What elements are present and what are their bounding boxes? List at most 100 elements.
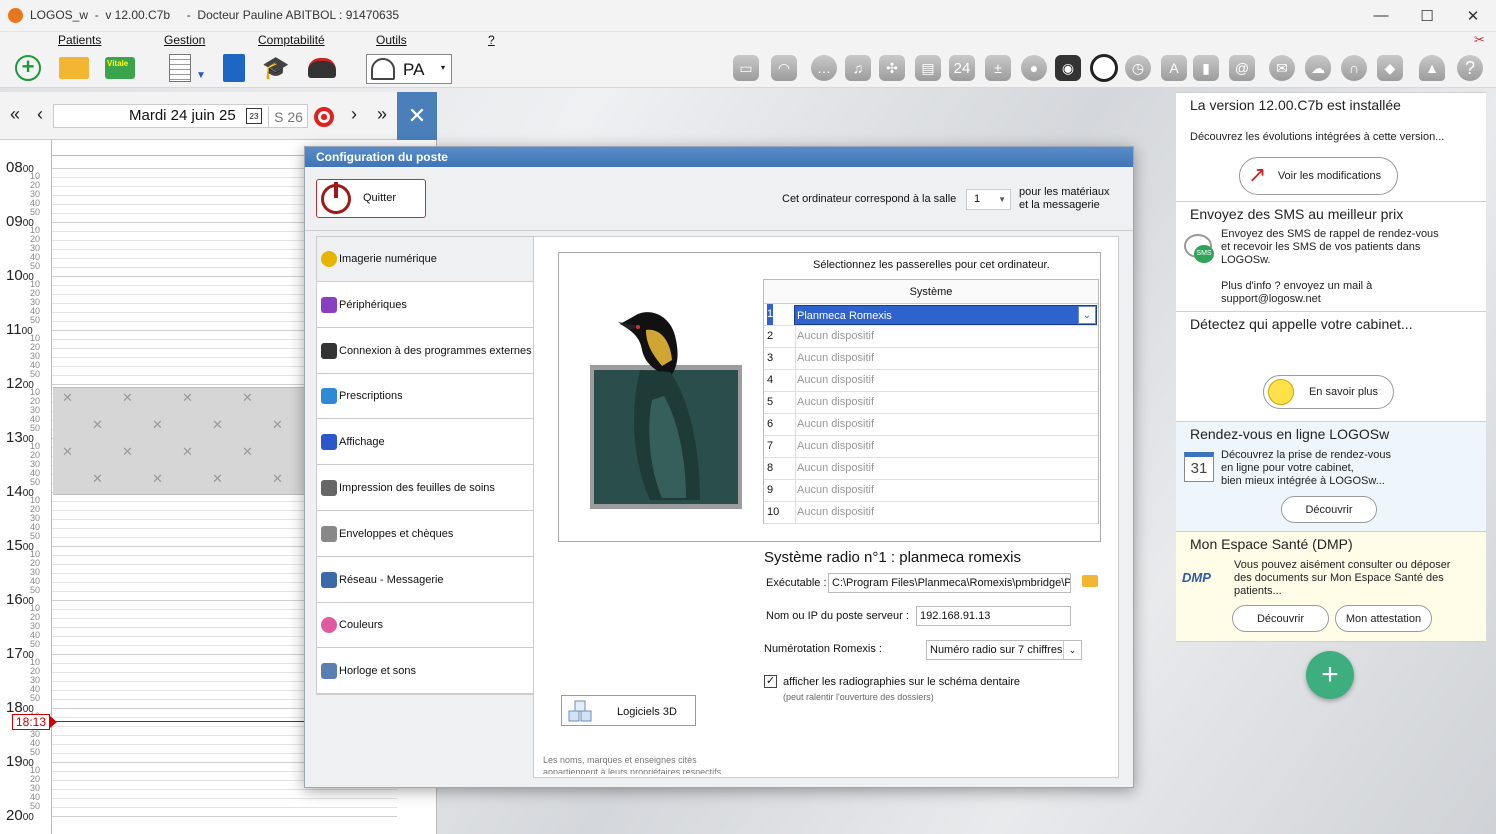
app-logo-icon	[8, 8, 23, 23]
xray-button[interactable]: ◉	[1052, 52, 1084, 84]
tag-button[interactable]: ◆	[1374, 52, 1406, 84]
table-row[interactable]: 4 Aucun dispositif	[764, 370, 1098, 392]
user-selector[interactable]: PA ▾	[366, 54, 452, 84]
view-changes-button[interactable]: ↗ Voir les modifications	[1239, 157, 1398, 195]
nav-item-10[interactable]: Horloge et sons	[317, 649, 533, 695]
table-row[interactable]: 7 Aucun dispositif	[764, 436, 1098, 458]
text-button[interactable]: A	[1158, 52, 1190, 84]
menu-help[interactable]: ?	[488, 33, 495, 47]
software-3d-label: Logiciels 3D	[617, 706, 677, 718]
clock-button[interactable]	[1088, 52, 1120, 84]
table-row[interactable]: 5 Aucun dispositif	[764, 392, 1098, 414]
phone-button[interactable]	[306, 52, 338, 84]
nav-item-1[interactable]: Imagerie numérique	[317, 237, 533, 282]
row-number: 4	[767, 374, 774, 386]
sms-title: Envoyez des SMS au meilleur prix	[1190, 206, 1404, 222]
gateway-select-1[interactable]: Planmeca Romexis	[794, 305, 1097, 325]
headset-button[interactable]: ∩	[1338, 52, 1370, 84]
scanner-button[interactable]: ▭	[730, 52, 762, 84]
nav-item-5[interactable]: Affichage	[317, 420, 533, 466]
help-button[interactable]: ?	[1454, 52, 1486, 84]
maximize-button[interactable]: ☐	[1404, 0, 1450, 31]
nav-item-2[interactable]: Périphériques	[317, 282, 533, 328]
discover-sante-button[interactable]: Découvrir	[1232, 605, 1329, 632]
notebook-button[interactable]: ▮	[1190, 52, 1222, 84]
menu-patients[interactable]: Patients	[58, 33, 101, 47]
version-card: La version 12.00.C7b est installée Décou…	[1176, 92, 1486, 202]
close-agenda-icon[interactable]: ✕	[397, 92, 437, 140]
table-row[interactable]: 6 Aucun dispositif	[764, 414, 1098, 436]
nav-item-8[interactable]: Réseau - Messagerie	[317, 557, 533, 603]
nav-item-7[interactable]: Enveloppes et chèques	[317, 511, 533, 557]
week-number: S 26	[268, 106, 308, 128]
today-target-icon[interactable]	[314, 107, 334, 127]
tools-icon[interactable]: ✂	[1474, 32, 1485, 48]
calculator-button[interactable]: ±	[982, 52, 1014, 84]
close-window-button[interactable]: ✕	[1450, 0, 1496, 31]
print-button[interactable]: ▤	[912, 52, 944, 84]
prev-day-icon[interactable]: ‹	[29, 104, 51, 125]
menu-gestion[interactable]: Gestion	[164, 33, 205, 47]
fork-knife-icon: ✕	[152, 471, 163, 486]
email-button[interactable]: @	[1226, 52, 1258, 84]
trademark-note: Les noms, marques et enseignes cités app…	[543, 755, 722, 774]
vitale-card-button[interactable]: Vitale	[104, 52, 136, 84]
chevron-down-icon: ▼	[998, 195, 1006, 204]
notifications-button[interactable]: ▲	[1416, 52, 1448, 84]
next-day-icon[interactable]: ›	[343, 104, 365, 125]
envelope-icon	[321, 525, 337, 542]
table-row[interactable]: 10 Aucun dispositif	[764, 502, 1098, 524]
online-booking-card: Rendez-vous en ligne LOGOSw 31 Découvrez…	[1176, 422, 1486, 532]
menu-comptabilite[interactable]: Comptabilité	[258, 33, 325, 47]
gestion-list-button[interactable]	[164, 52, 196, 84]
room-select[interactable]: 1 ▼	[966, 189, 1011, 210]
discover-booking-button[interactable]: Découvrir	[1281, 496, 1377, 523]
timer-button[interactable]: ◷	[1122, 52, 1154, 84]
numbering-select[interactable]: Numéro radio sur 7 chiffres ⌄	[926, 640, 1082, 660]
room-note: pour les matériaux et la messagerie	[1019, 186, 1110, 211]
server-field[interactable]: 192.168.91.13	[916, 606, 1071, 626]
software-3d-button[interactable]: Logiciels 3D	[561, 695, 696, 726]
chat-button[interactable]: …	[808, 52, 840, 84]
table-row[interactable]: 9 Aucun dispositif	[764, 480, 1098, 502]
fork-knife-icon: ✕	[92, 471, 103, 486]
executable-field[interactable]: C:\Program Files\Planmeca\Romexis\pmbrid…	[828, 573, 1071, 593]
add-widget-button[interactable]: +	[1306, 651, 1354, 699]
tooth-button[interactable]: ◠	[768, 52, 800, 84]
sms-contact[interactable]: Plus d'info ? envoyez un mail à support@…	[1221, 280, 1372, 306]
row-device: Aucun dispositif	[795, 502, 874, 523]
next-week-icon[interactable]: »	[371, 104, 393, 125]
add-patient-button[interactable]: +	[12, 52, 44, 84]
table-row[interactable]: 8 Aucun dispositif	[764, 458, 1098, 480]
cloud-button[interactable]: ☁	[1302, 52, 1334, 84]
nav-item-3[interactable]: Connexion à des programmes externes	[317, 328, 533, 374]
table-row[interactable]: 3 Aucun dispositif	[764, 348, 1098, 370]
show-xray-checkbox[interactable]: ✓	[764, 675, 777, 688]
music-button[interactable]: ♫	[842, 52, 874, 84]
dropdown-arrow-icon[interactable]: ▼	[196, 70, 206, 81]
calendar-picker-icon[interactable]: 23	[246, 108, 262, 124]
open-folder-button[interactable]	[58, 52, 90, 84]
sms-button[interactable]: ✉	[1266, 52, 1298, 84]
prev-week-icon[interactable]: «	[4, 104, 26, 125]
training-button[interactable]: 🎓	[260, 52, 292, 84]
plus-icon: +	[1321, 658, 1339, 691]
minimize-button[interactable]: —	[1358, 0, 1404, 31]
hour-line	[52, 816, 397, 817]
calendar-button[interactable]: 24	[946, 52, 978, 84]
attestation-button[interactable]: Mon attestation	[1335, 605, 1432, 632]
learn-more-button[interactable]: En savoir plus	[1263, 375, 1394, 409]
arrow-up-icon: ↗	[1248, 162, 1267, 187]
lightbulb-button[interactable]: ●	[1018, 52, 1050, 84]
table-row[interactable]: 2 Aucun dispositif	[764, 326, 1098, 348]
folder-icon[interactable]	[1082, 575, 1098, 587]
menu-outils[interactable]: Outils	[376, 33, 407, 47]
nav-item-9[interactable]: Couleurs	[317, 603, 533, 649]
nav-item-6[interactable]: Impression des feuilles de soins	[317, 466, 533, 511]
hour-value: 08	[6, 159, 23, 176]
puzzle-button[interactable]: ✣	[876, 52, 908, 84]
nav-item-4[interactable]: Prescriptions	[317, 374, 533, 420]
chevron-down-icon[interactable]: ⌄	[1078, 306, 1096, 324]
book-button[interactable]	[218, 52, 250, 84]
version-text: Découvrez les évolutions intégrées à cet…	[1190, 131, 1445, 143]
